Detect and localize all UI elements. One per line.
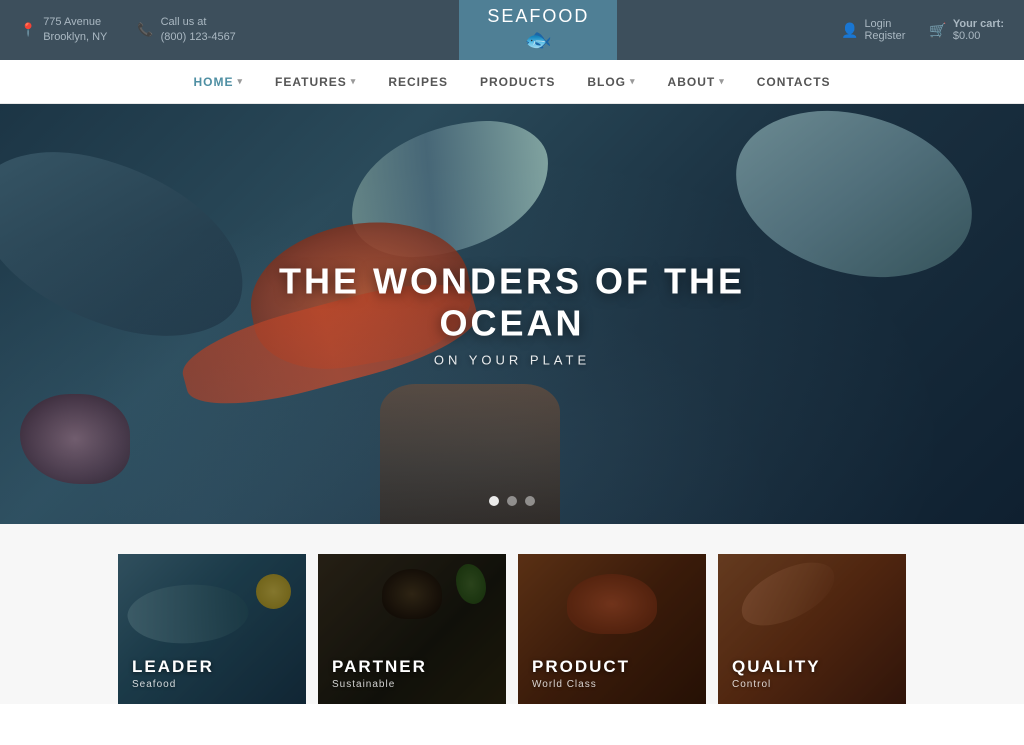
card-quality[interactable]: QUALITY Control (718, 554, 906, 704)
hero-text-block: THE WONDERS OF THE OCEAN ON YOUR PLATE (256, 261, 768, 368)
card-partner-subtitle: Sustainable (332, 679, 427, 690)
card-partner-content: PARTNER Sustainable (332, 657, 427, 690)
card-product[interactable]: PRODUCT World Class (518, 554, 706, 704)
logo-fish-icon: 🐟 (525, 27, 552, 53)
card-leader-content: LEADER Seafood (132, 657, 214, 690)
nav-features[interactable]: FEATURES ▾ (259, 60, 372, 104)
card-leader-title: LEADER (132, 657, 214, 677)
cart-info: Your cart: $0.00 (953, 18, 1004, 42)
hero-section: THE WONDERS OF THE OCEAN ON YOUR PLATE (0, 104, 1024, 524)
nav-blog[interactable]: BLOG ▾ (571, 60, 651, 104)
chevron-down-icon: ▾ (351, 76, 357, 87)
slide-dot-2[interactable] (507, 496, 517, 506)
user-icon: 👤 (841, 22, 858, 39)
card-quality-title: QUALITY (732, 657, 821, 677)
main-nav: HOME ▾ FEATURES ▾ RECIPES PRODUCTS BLOG … (0, 60, 1024, 104)
hero-dots (489, 496, 535, 506)
location-icon: 📍 (20, 21, 36, 39)
card-product-title: PRODUCT (532, 657, 630, 677)
logo[interactable]: SEAFOOD 🐟 (459, 0, 617, 60)
top-bar-right: 👤 Login Register 🛒 Your cart: $0.00 (841, 18, 1004, 42)
nav-contacts[interactable]: CONTACTS (741, 60, 847, 104)
login-link[interactable]: Login (864, 18, 905, 30)
cart-icon: 🛒 (929, 22, 946, 39)
nav-products[interactable]: PRODUCTS (464, 60, 571, 104)
chevron-down-icon: ▾ (630, 76, 636, 87)
card-product-subtitle: World Class (532, 679, 630, 690)
nav-recipes[interactable]: RECIPES (372, 60, 464, 104)
cart-area[interactable]: 🛒 Your cart: $0.00 (929, 18, 1004, 42)
phone-icon: 📞 (137, 21, 153, 39)
cards-section: LEADER Seafood PARTNER Sustainable PRODU… (0, 524, 1024, 704)
hero-title: THE WONDERS OF THE OCEAN (256, 261, 768, 345)
chevron-down-icon: ▾ (237, 76, 243, 87)
phone-text: Call us at (800) 123-4567 (161, 15, 236, 46)
card-quality-subtitle: Control (732, 679, 821, 690)
chevron-down-icon: ▾ (719, 76, 725, 87)
phone-info: 📞 Call us at (800) 123-4567 (137, 15, 235, 46)
card-partner[interactable]: PARTNER Sustainable (318, 554, 506, 704)
nav-home[interactable]: HOME ▾ (177, 60, 259, 104)
hero-subtitle: ON YOUR PLATE (256, 353, 768, 368)
card-product-content: PRODUCT World Class (532, 657, 630, 690)
card-quality-content: QUALITY Control (732, 657, 821, 690)
card-leader[interactable]: LEADER Seafood (118, 554, 306, 704)
address-info: 📍 775 Avenue Brooklyn, NY (20, 15, 107, 46)
register-link[interactable]: Register (864, 30, 905, 42)
top-bar: 📍 775 Avenue Brooklyn, NY 📞 Call us at (… (0, 0, 1024, 60)
login-area: 👤 Login Register (841, 18, 905, 42)
login-links: Login Register (864, 18, 905, 42)
card-partner-title: PARTNER (332, 657, 427, 677)
slide-dot-1[interactable] (489, 496, 499, 506)
slide-dot-3[interactable] (525, 496, 535, 506)
top-bar-left: 📍 775 Avenue Brooklyn, NY 📞 Call us at (… (20, 15, 236, 46)
card-leader-subtitle: Seafood (132, 679, 214, 690)
nav-about[interactable]: ABOUT ▾ (652, 60, 741, 104)
logo-text: SEAFOOD (487, 7, 589, 25)
address-text: 775 Avenue Brooklyn, NY (43, 15, 107, 46)
